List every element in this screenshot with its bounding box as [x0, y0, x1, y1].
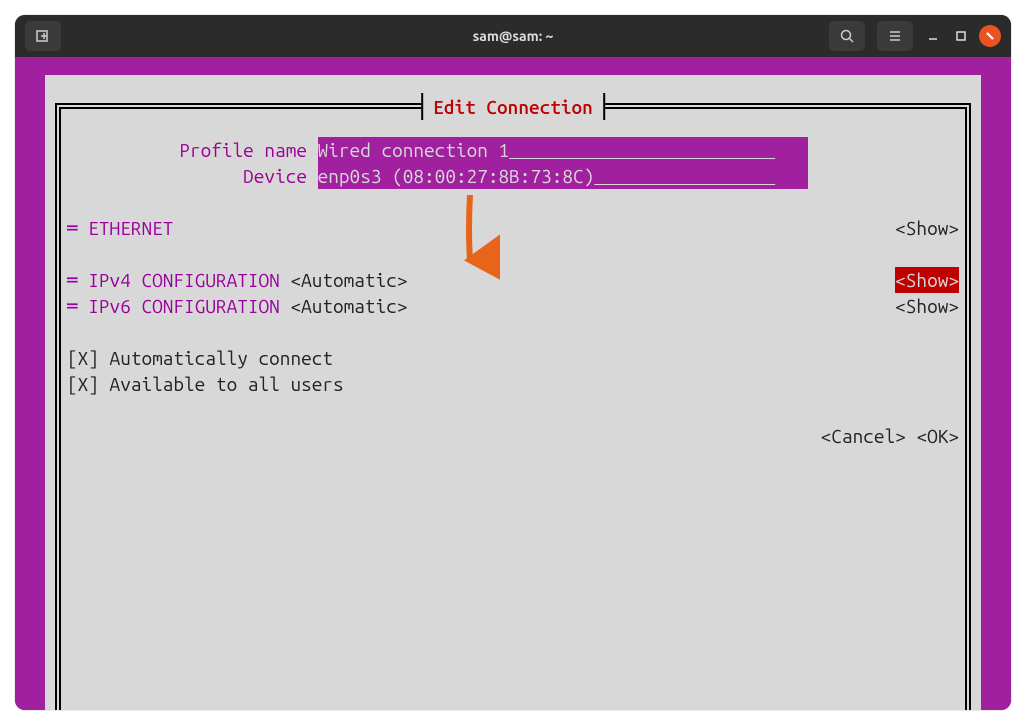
device-input[interactable]: enp0s3 (08:00:27:8B:73:8C) [318, 163, 808, 189]
panel-title: Edit Connection [421, 93, 605, 120]
profile-name-label: Profile name [67, 137, 307, 163]
ipv6-mode-selector[interactable]: <Automatic> [290, 293, 407, 319]
profile-name-input[interactable]: Wired connection 1 [318, 137, 808, 163]
ipv4-show-button[interactable]: <Show> [895, 267, 959, 293]
minimize-button[interactable] [923, 26, 943, 46]
ethernet-show-button[interactable]: <Show> [895, 215, 959, 241]
cancel-button[interactable]: <Cancel> [821, 425, 906, 447]
available-all-users-checkbox[interactable]: [X] Available to all users [67, 371, 344, 397]
ethernet-section-label: ETHERNET [88, 215, 173, 241]
ipv4-mode-selector[interactable]: <Automatic> [290, 267, 407, 293]
device-label: Device [67, 163, 307, 189]
hamburger-menu-button[interactable] [877, 21, 913, 51]
auto-connect-checkbox[interactable]: [X] Automatically connect [67, 345, 333, 371]
maximize-button[interactable] [951, 26, 971, 46]
ipv4-section-label: IPv4 CONFIGURATION [88, 267, 280, 293]
terminal-area: Edit Connection Profile name Wired conne… [15, 57, 1011, 710]
new-tab-button[interactable] [25, 21, 61, 51]
titlebar: sam@sam: ~ [15, 15, 1011, 57]
ipv6-show-button[interactable]: <Show> [895, 293, 959, 319]
ipv6-section-label: IPv6 CONFIGURATION [88, 293, 280, 319]
terminal-window: sam@sam: ~ [15, 15, 1011, 710]
search-button[interactable] [829, 21, 865, 51]
close-button[interactable] [979, 25, 1001, 47]
nmtui-panel: Edit Connection Profile name Wired conne… [45, 75, 981, 710]
ok-button[interactable]: <OK> [916, 425, 959, 447]
